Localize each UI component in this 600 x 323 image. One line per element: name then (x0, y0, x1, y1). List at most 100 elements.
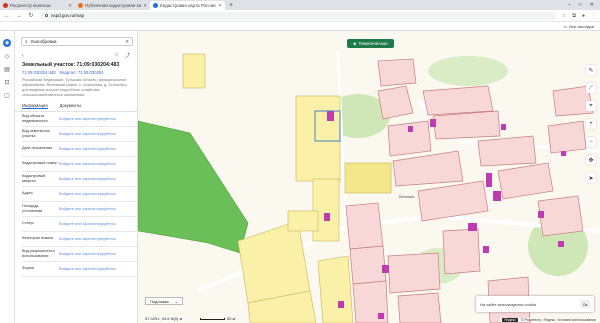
ruler-icon[interactable]: ⟋ (586, 83, 596, 93)
login-link[interactable]: Войдите или зарегистрируйтесь (59, 207, 116, 211)
cookie-ok-button[interactable]: Ок (580, 300, 590, 308)
compass-icon[interactable]: ➤ (586, 173, 596, 183)
attribute-key: Категория земель (22, 236, 54, 241)
browser-toolbar: ← → ↻ nspd.gov.ru/map ☆ ⧉ ● ⋮ (0, 10, 600, 22)
panel-tabs: Информация Документы (15, 100, 137, 112)
map-canvas[interactable]: Веневка ◈ Тематическая ✎ ⟋ ⌖ + − ✥ ➤ Под… (138, 31, 600, 323)
login-link[interactable]: Войдите или зарегистрируйтесь (59, 192, 116, 196)
attribute-key: Форма (22, 266, 34, 271)
village-label: Веневка (399, 194, 415, 199)
attribute-key: Вид земельного участка (22, 128, 51, 138)
reload-icon[interactable]: ↻ (28, 12, 34, 19)
favicon-icon (3, 3, 8, 8)
login-link[interactable]: Войдите или зарегистрируйтесь (59, 177, 116, 181)
tab-label: Кадастровая карта России (160, 3, 216, 8)
back-arrow-icon[interactable]: ‹ (22, 53, 24, 59)
maximize-button[interactable]: □ (579, 2, 582, 8)
close-tab-icon[interactable]: ✕ (143, 3, 147, 9)
attribute-row: Категория земель Войдите или зарегистриру… (22, 232, 137, 247)
minimize-button[interactable]: – (568, 2, 571, 8)
move-icon[interactable]: ✥ (586, 155, 596, 165)
coordinates-readout: 57.0291, 34.6 N(0) м (143, 316, 185, 321)
attribute-key: Кадастровый квартал (22, 173, 46, 183)
share-icon[interactable]: ⤴ (125, 52, 130, 59)
search-input[interactable]: Ушлобровка (31, 39, 57, 44)
attribution-text[interactable]: © Росреестр, Яндекс. Условия использован… (521, 318, 596, 322)
clear-search-icon[interactable]: ✕ (125, 39, 129, 45)
zoom-out-button[interactable]: − (586, 137, 596, 147)
menu-icon[interactable]: ⋮ (591, 13, 596, 19)
provider-logo: Яндекс (502, 318, 518, 322)
scale-line (200, 317, 225, 320)
attribute-key: Площадь уточненная (22, 203, 43, 213)
extensions-icon[interactable]: ⧉ (572, 13, 576, 19)
attribute-list: Вид объекта недвижимости Войдите или заре… (15, 112, 137, 277)
tab-label: Росреестр выписка (10, 3, 51, 8)
map-svg (138, 50, 600, 323)
forward-icon[interactable]: → (16, 13, 22, 19)
attribute-key: Статус (22, 221, 35, 226)
close-window-button[interactable]: ✕ (590, 2, 594, 8)
tab-label: Публичная кадастровая ка (85, 3, 142, 8)
close-tab-icon[interactable]: ✕ (68, 3, 72, 9)
back-icon[interactable]: ← (4, 13, 10, 19)
profile-icon[interactable]: ● (582, 13, 585, 19)
window-controls: – □ ✕ (568, 0, 600, 10)
lock-icon (45, 14, 48, 17)
login-link[interactable]: Войдите или зарегистрируйтесь (59, 132, 116, 136)
thematic-layer-button[interactable]: ◈ Тематическая (347, 39, 394, 48)
login-link[interactable]: Войдите или зарегистрируйтесь (59, 147, 116, 151)
tab-info[interactable]: Информация (22, 103, 48, 109)
object-title: Земельный участок: 71:09:030204:483 (22, 62, 120, 68)
favicon-icon (153, 3, 158, 8)
browser-tab-1[interactable]: Росреестр выписка ✕ (0, 1, 75, 10)
search-box[interactable]: ⌕ Ушлобровка ✕ (21, 37, 133, 46)
object-description: Российская Федерация, Тульская область, … (22, 78, 128, 97)
panel-header: ‹ ☆ ⤴ (15, 50, 137, 61)
browser-tabbar: Росреестр выписка ✕ Публичная кадастрова… (0, 0, 600, 10)
login-link[interactable]: Войдите или зарегистрируйтесь (59, 237, 116, 241)
login-link[interactable]: Войдите или зарегистрируйтесь (59, 117, 116, 121)
print-icon[interactable]: ▢ (3, 91, 11, 99)
login-link[interactable]: Войдите или зарегистрируйтесь (59, 267, 116, 271)
location-icon[interactable]: ⌖ (586, 101, 596, 111)
favorite-icon[interactable]: ☆ (115, 52, 119, 59)
star-icon[interactable]: ☆ (562, 13, 566, 19)
all-bookmarks-link[interactable]: Все закладки (569, 24, 594, 29)
login-link[interactable]: Войдите или зарегистрируйтесь (59, 162, 116, 166)
logo-icon[interactable]: ◉ (3, 39, 11, 47)
attribute-row: Статус Войдите или зарегистрируйтесь (22, 217, 137, 232)
map-toolbar: ✎ ⟋ ⌖ + − ✥ ➤ (586, 65, 596, 183)
scale-bar: 50 м (200, 316, 235, 321)
login-link[interactable]: Войдите или зарегистрируйтесь (59, 252, 116, 256)
cookie-text: На сайте используются cookie (480, 301, 537, 307)
layers-icon[interactable]: ◇ (3, 52, 11, 60)
attribute-row: Кадастровый квартал Войдите или зарегистр… (22, 172, 137, 187)
attribute-key: Дата присвоения (22, 146, 53, 151)
attribute-key: Адрес (22, 191, 33, 196)
object-links: 71:09:030204:483 Квартал: 71:09:030204 (15, 69, 137, 76)
toolbar-icons: ☆ ⧉ ● ⋮ (562, 13, 596, 19)
map-attribution: Яндекс © Росреестр, Яндекс. Условия испо… (500, 318, 598, 322)
measure-icon[interactable]: ⊡ (3, 78, 11, 86)
new-tab-button[interactable]: + (225, 1, 237, 10)
zoom-in-button[interactable]: + (586, 119, 596, 129)
close-tab-icon[interactable]: ✕ (218, 3, 222, 9)
browser-tab-3[interactable]: Кадастровая карта России ✕ (150, 1, 225, 10)
attribute-row: Вид земельного участка Войдите или зареги… (22, 127, 137, 142)
address-bar[interactable]: nspd.gov.ru/map (40, 11, 556, 20)
login-link[interactable]: Войдите или зарегистрируйтесь (59, 222, 116, 226)
cadastral-number-link[interactable]: 71:09:030204:483 (22, 70, 56, 75)
basemap-select[interactable]: Подложка ⌄ (145, 297, 184, 305)
info-panel: ⌕ Ушлобровка ✕ ‹ ☆ ⤴ Земельный участок: … (15, 31, 138, 323)
browser-tab-2[interactable]: Публичная кадастровая ка ✕ (75, 1, 150, 10)
scale-label: 50 м (227, 316, 236, 321)
green-area (428, 56, 508, 86)
attribute-row: Вид объекта недвижимости Войдите или заре… (22, 112, 137, 127)
attribute-key: Вид объекта недвижимости (22, 113, 48, 123)
pencil-icon[interactable]: ✎ (586, 65, 596, 75)
attribute-row: Форма Войдите или зарегистрируйтесь (22, 262, 137, 277)
quarter-link[interactable]: Квартал: 71:09:030204 (60, 70, 104, 75)
tab-docs[interactable]: Документы (60, 103, 82, 109)
bookmark-icon[interactable]: ▤ (3, 65, 11, 73)
